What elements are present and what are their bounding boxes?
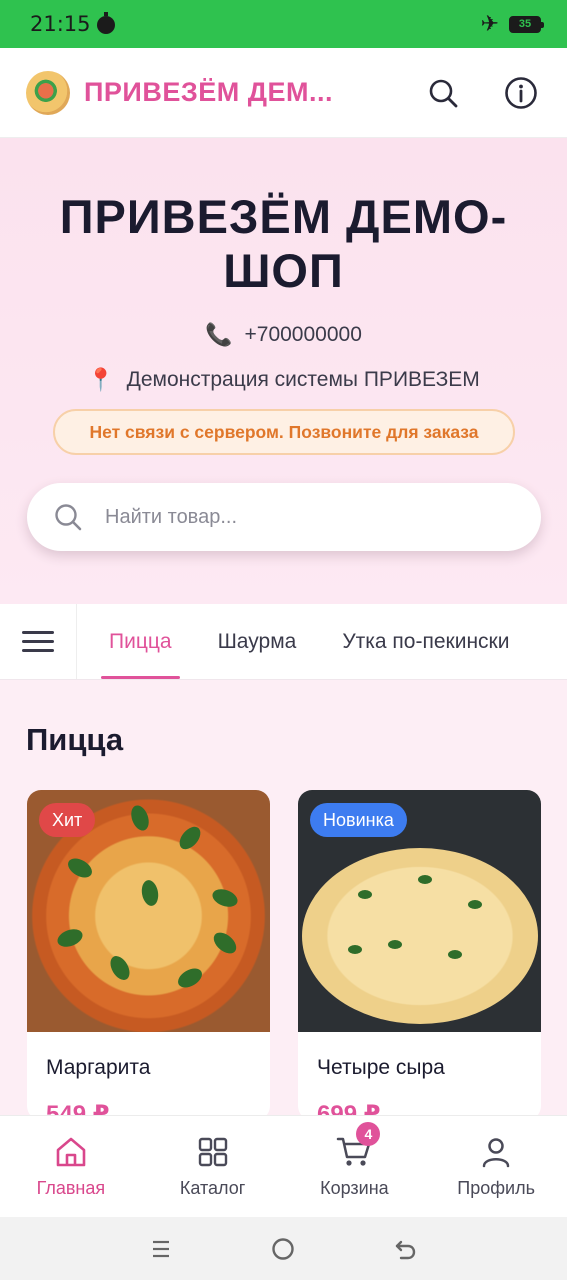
battery-level: 35 xyxy=(511,17,539,31)
address-text: Демонстрация системы ПРИВЕЗЕМ xyxy=(126,368,480,391)
basil-leaf xyxy=(64,854,96,882)
airplane-mode-icon: ✈ xyxy=(480,11,499,36)
tab-shawarma[interactable]: Шаурма xyxy=(210,604,305,679)
basil-leaf xyxy=(128,803,152,833)
herb-leaf xyxy=(348,945,362,954)
phone-line[interactable]: 📞 +700000000 xyxy=(0,322,567,348)
herb-leaf xyxy=(448,950,462,959)
product-image-four-cheese: Новинка xyxy=(298,790,541,1032)
product-card[interactable]: Новинка Четыре сыра 699 ₽ xyxy=(298,790,541,1120)
nav-profile-label: Профиль xyxy=(457,1178,535,1198)
badge-hit: Хит xyxy=(39,803,96,837)
phone-icon: 📞 xyxy=(205,322,233,347)
category-tabs-bar: Пицца Шаурма Утка по-пекински xyxy=(0,604,567,680)
info-icon xyxy=(505,76,537,109)
section-title: Пицца xyxy=(26,722,124,757)
nav-home[interactable]: Главная xyxy=(0,1116,142,1217)
product-name: Маргарита xyxy=(46,1056,151,1079)
recent-apps-button[interactable] xyxy=(146,1234,176,1264)
nav-catalog[interactable]: Каталог xyxy=(142,1116,284,1217)
product-image-margherita: Хит xyxy=(27,790,270,1032)
status-time: 21:15 xyxy=(30,12,91,36)
basil-leaf xyxy=(174,964,206,992)
basil-leaf xyxy=(106,952,134,984)
basil-leaf xyxy=(175,822,205,854)
stopwatch-icon xyxy=(96,12,115,34)
search-icon xyxy=(429,79,458,107)
nav-profile[interactable]: Профиль xyxy=(425,1116,567,1217)
app-header: ПРИВЕЗЁМ ДЕМ... xyxy=(0,48,567,138)
product-card[interactable]: Хит Маргарита 549 ₽ xyxy=(27,790,270,1120)
battery-icon: 35 xyxy=(509,15,544,33)
app-title: ПРИВЕЗЁМ ДЕМ... xyxy=(84,77,334,107)
basil-leaf xyxy=(55,926,85,950)
basil-leaf xyxy=(210,886,240,910)
circle-home-icon xyxy=(272,1237,295,1260)
hero-section: ПРИВЕЗЁМ ДЕМО-ШОП 📞 +700000000 📍 Демонст… xyxy=(0,138,567,604)
info-button[interactable] xyxy=(501,73,541,113)
badge-new: Новинка xyxy=(310,803,407,837)
search-input[interactable] xyxy=(105,505,505,529)
nav-cart[interactable]: 4 Корзина xyxy=(284,1116,426,1217)
product-name: Четыре сыра xyxy=(317,1056,445,1079)
product-search[interactable] xyxy=(27,483,541,551)
bottom-nav: Главная Каталог 4 Корзина Профиль xyxy=(0,1115,567,1217)
nav-home-label: Главная xyxy=(36,1178,106,1198)
search-icon xyxy=(55,504,82,531)
herb-leaf xyxy=(468,900,482,909)
cart-count-badge: 4 xyxy=(356,1122,381,1146)
status-right: ✈ 35 xyxy=(480,11,544,36)
nav-cart-label: Корзина xyxy=(320,1178,389,1198)
status-bar: 21:15 ✈ 35 xyxy=(0,0,567,48)
grid-icon xyxy=(195,1134,231,1170)
tab-peking-duck[interactable]: Утка по-пекински xyxy=(334,604,517,679)
address-line: 📍 Демонстрация системы ПРИВЕЗЕМ xyxy=(0,367,567,393)
shop-logo[interactable] xyxy=(26,70,70,115)
herb-leaf xyxy=(418,875,432,884)
offline-alert-text: Нет связи с сервером. Позвоните для зака… xyxy=(89,421,479,442)
user-icon xyxy=(478,1134,514,1170)
pizza-disc xyxy=(302,848,538,1024)
home-system-button[interactable] xyxy=(268,1234,298,1264)
herb-leaf xyxy=(388,940,402,949)
location-pin-icon: 📍 xyxy=(87,367,115,392)
categories-menu-button[interactable] xyxy=(0,604,77,679)
offline-alert: Нет связи с сервером. Позвоните для зака… xyxy=(53,409,515,455)
basil-leaf xyxy=(139,878,161,908)
back-button[interactable] xyxy=(391,1234,421,1264)
home-icon xyxy=(53,1134,89,1170)
basil-leaf xyxy=(209,928,241,958)
back-icon xyxy=(395,1240,416,1259)
phone-number: +700000000 xyxy=(244,323,362,346)
herb-leaf xyxy=(358,890,372,899)
cart-icon: 4 xyxy=(336,1122,381,1170)
nav-catalog-label: Каталог xyxy=(179,1178,246,1198)
recent-apps-icon xyxy=(153,1240,170,1257)
tab-pizza[interactable]: Пицца xyxy=(101,604,180,679)
shop-name: ПРИВЕЗЁМ ДЕМО-ШОП xyxy=(59,190,508,297)
category-tabs: Пицца Шаурма Утка по-пекински xyxy=(101,604,517,679)
hamburger-icon xyxy=(22,631,54,652)
system-nav-bar xyxy=(0,1217,567,1280)
search-button[interactable] xyxy=(423,73,463,113)
